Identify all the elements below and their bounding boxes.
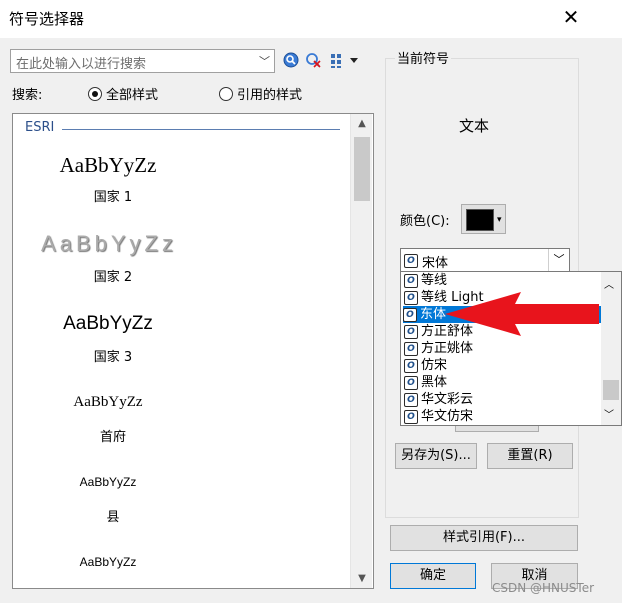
symbol-name: 国家 1 [93, 190, 133, 205]
font-option[interactable]: O 华文仿宋 [404, 408, 473, 425]
symbol-preview[interactable]: AaBbYyZz [28, 153, 188, 178]
color-picker-button[interactable]: ▾ [461, 204, 506, 234]
symbol-preview[interactable]: AaBbYyZz [28, 475, 188, 489]
radio-all-styles[interactable] [88, 87, 102, 101]
chevron-down-icon[interactable]: ﹀ [548, 249, 569, 271]
font-select[interactable]: O 宋体 ﹀ [400, 248, 570, 272]
font-select-value: 宋体 [422, 256, 449, 271]
font-option[interactable]: O 仿宋 [404, 357, 447, 374]
gallery-scrollbar[interactable]: ▲ ▼ [350, 114, 372, 588]
chevron-down-icon: ▾ [497, 215, 502, 225]
symbol-name: 国家 3 [93, 350, 133, 365]
current-symbol-legend: 当前符号 [395, 48, 452, 67]
scrollbar-thumb[interactable] [603, 380, 619, 400]
group-divider [62, 129, 340, 130]
clear-search-icon[interactable] [303, 51, 323, 71]
watermark: CSDN @HNUSTer [492, 581, 595, 595]
font-dropdown-scrollbar[interactable]: ︿ ﹀ [601, 272, 621, 425]
red-arrow-annotation [445, 292, 599, 336]
style-references-button[interactable]: 样式引用(F)... [390, 525, 578, 551]
search-icon[interactable] [281, 51, 301, 71]
title-bar [0, 0, 622, 38]
radio-referenced-styles-label[interactable]: 引用的样式 [237, 84, 302, 103]
group-header: ESRI [25, 120, 55, 135]
search-placeholder: 在此处输入以进行搜索 [16, 57, 147, 72]
scroll-up-icon[interactable]: ▲ [351, 118, 373, 129]
symbol-preview[interactable]: AaBbYyZz [28, 394, 188, 411]
chevron-down-icon[interactable]: ﹀ [259, 53, 270, 69]
radio-all-styles-label[interactable]: 全部样式 [106, 84, 158, 103]
search-input[interactable]: 在此处输入以进行搜索 ﹀ [10, 49, 275, 73]
window-title: 符号选择器 [9, 10, 85, 28]
color-swatch [466, 209, 494, 231]
color-label: 颜色(C): [400, 214, 450, 229]
symbol-preview[interactable]: AaBbYyZz [18, 231, 200, 257]
symbol-preview[interactable]: AaBbYyZz [28, 313, 188, 335]
save-as-button[interactable]: 另存为(S)... [395, 443, 477, 469]
ok-button[interactable]: 确定 [390, 563, 476, 589]
current-symbol-preview: 文本 [459, 117, 490, 135]
search-label: 搜索: [12, 88, 43, 103]
view-options-icon[interactable] [328, 51, 364, 71]
symbol-preview[interactable]: AaBbYyZz [28, 555, 188, 569]
font-option[interactable]: O 方正姚体 [404, 340, 473, 357]
reset-button[interactable]: 重置(R) [487, 443, 573, 469]
symbol-name: 首府 [99, 430, 126, 445]
scroll-down-icon[interactable]: ﹀ [604, 406, 614, 421]
font-option[interactable]: O 等线 [404, 272, 447, 289]
close-icon[interactable]: ✕ [560, 5, 582, 29]
font-option[interactable]: O 黑体 [404, 374, 447, 391]
scrollbar-thumb[interactable] [354, 137, 370, 201]
symbol-name: 县 [106, 510, 120, 525]
font-type-icon: O [404, 253, 421, 268]
font-option[interactable]: O 华文彩云 [404, 391, 473, 408]
symbol-name: 国家 2 [93, 270, 133, 285]
radio-referenced-styles[interactable] [219, 87, 233, 101]
scroll-up-icon[interactable]: ︿ [604, 276, 614, 291]
scroll-down-icon[interactable]: ▼ [351, 573, 373, 584]
